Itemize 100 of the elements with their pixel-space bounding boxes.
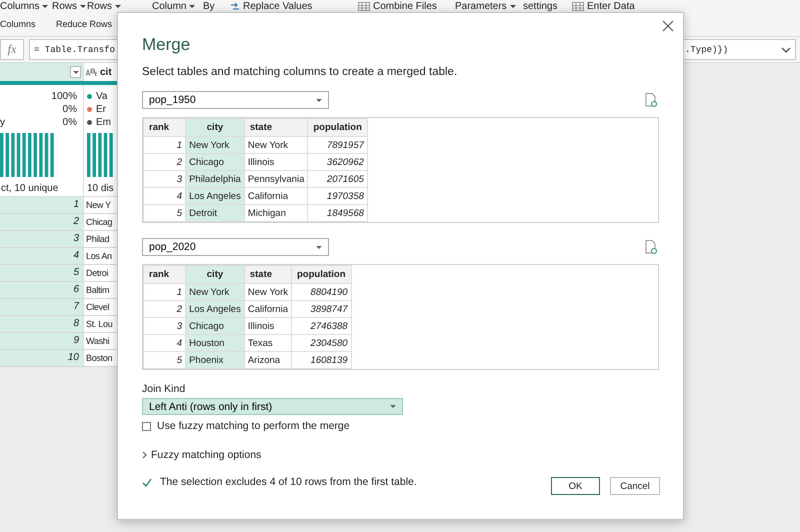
table-cell: 7 bbox=[0, 299, 84, 315]
profile-label: Er bbox=[96, 104, 106, 115]
checkbox[interactable] bbox=[142, 422, 151, 430]
table-cell: 2 bbox=[144, 300, 186, 318]
column-header[interactable]: city bbox=[186, 118, 244, 136]
table-cell: Philadelphia bbox=[186, 170, 244, 188]
chevron-icon[interactable] bbox=[781, 46, 791, 54]
field-label: Join Kind bbox=[142, 383, 186, 395]
profile-label: Em bbox=[96, 117, 111, 128]
column-header[interactable]: population bbox=[308, 118, 368, 136]
expander-toggle[interactable]: Fuzzy matching options bbox=[142, 449, 262, 461]
table-cell-text: Chicag bbox=[85, 216, 114, 229]
table-cell: 2746388 bbox=[291, 318, 352, 334]
table-cell-text: Baltim bbox=[85, 284, 110, 297]
table-cell: Houston bbox=[186, 334, 244, 352]
table-cell: Phoenix bbox=[186, 352, 244, 368]
checkmark-icon bbox=[142, 478, 152, 486]
table-cell: 5 bbox=[144, 204, 186, 222]
table-dropdown[interactable]: pop_2020 bbox=[142, 238, 329, 256]
table-cell: 4 bbox=[144, 188, 186, 204]
ribbon-button[interactable]: settings bbox=[523, 0, 558, 12]
profile-percent: 0% bbox=[62, 104, 77, 115]
checkbox-label: Use fuzzy matching to perform the merge bbox=[157, 420, 350, 432]
profile-label: y bbox=[0, 117, 5, 128]
table-cell-text: Los An bbox=[85, 250, 113, 263]
table-cell: 4 bbox=[144, 334, 186, 352]
table-cell: 2304580 bbox=[291, 334, 352, 352]
join-kind-dropdown[interactable]: Left Anti (rows only in first) bbox=[142, 398, 403, 415]
table-cell: Los Angeles bbox=[186, 188, 244, 204]
column-header[interactable]: population bbox=[291, 266, 352, 284]
profile-label: Va bbox=[96, 91, 108, 102]
profile-summary: ct, 10 unique bbox=[1, 183, 60, 196]
table-cell-text: Boston bbox=[85, 352, 114, 365]
table-cell: 8804190 bbox=[291, 284, 352, 300]
column-header[interactable]: state bbox=[244, 118, 308, 136]
ribbon-button[interactable]: Rows bbox=[87, 0, 112, 12]
refresh-file-icon[interactable] bbox=[645, 93, 657, 107]
dialog-button[interactable]: OK bbox=[551, 477, 600, 495]
chevron-right-icon bbox=[142, 451, 147, 459]
dialog-description: Select tables and matching columns to create a merged table. bbox=[142, 66, 458, 78]
table-cell-text: New Y bbox=[85, 199, 112, 212]
ribbon-group-label: Reduce Rows bbox=[56, 19, 112, 29]
table-cell-text: Clevel bbox=[85, 301, 110, 314]
column-header[interactable]: rank bbox=[144, 266, 186, 284]
dialog-button[interactable]: Cancel bbox=[610, 477, 660, 495]
column-header[interactable]: state bbox=[244, 266, 292, 284]
table-cell: Arizona bbox=[244, 352, 292, 368]
table-cell: 3 bbox=[0, 231, 84, 247]
table-cell: 5 bbox=[144, 352, 186, 368]
ribbon-button[interactable]: Rows bbox=[52, 0, 78, 12]
table-cell: 3 bbox=[144, 318, 186, 334]
ribbon-group-label: Columns bbox=[0, 19, 37, 29]
table-cell: New York bbox=[186, 284, 244, 300]
table-dropdown[interactable]: pop_1950 bbox=[142, 91, 329, 109]
table-cell: New York bbox=[186, 136, 244, 154]
close-icon[interactable] bbox=[661, 19, 675, 33]
table-cell-text: Washi bbox=[85, 335, 110, 348]
table-cell: 3620962 bbox=[308, 154, 368, 170]
dropdown-button[interactable] bbox=[70, 66, 81, 78]
ribbon-button[interactable]: By bbox=[203, 0, 215, 12]
replace-icon bbox=[230, 2, 240, 10]
table-cell: 9 bbox=[0, 333, 84, 349]
dialog-title: Merge bbox=[142, 35, 192, 55]
function-button[interactable]: fx bbox=[0, 39, 24, 60]
table-cell: 6 bbox=[0, 282, 84, 298]
table-cell: Michigan bbox=[244, 204, 308, 222]
table-cell: 10 bbox=[0, 350, 84, 366]
profile-percent: 0% bbox=[62, 117, 77, 128]
table-cell: Detroit bbox=[186, 204, 244, 222]
table-cell: 2 bbox=[144, 154, 186, 170]
table-cell: New York bbox=[244, 136, 308, 154]
table-cell: 1608139 bbox=[291, 352, 352, 368]
column-header[interactable]: city bbox=[186, 266, 244, 284]
column-header[interactable]: rank bbox=[144, 118, 186, 136]
column-header[interactable]: cit bbox=[84, 63, 118, 81]
table-cell: California bbox=[244, 188, 308, 204]
table-cell: 5 bbox=[0, 265, 84, 281]
refresh-file-icon[interactable] bbox=[645, 240, 657, 254]
table-cell: 1 bbox=[0, 197, 84, 213]
profile-summary: 10 dis bbox=[87, 183, 115, 196]
ribbon-button[interactable]: Replace Values bbox=[243, 0, 312, 12]
ribbon-button[interactable]: Column bbox=[152, 0, 186, 12]
status-message: The selection excludes 4 of 10 rows from the first table. bbox=[160, 476, 417, 488]
table-cell: 2 bbox=[0, 214, 84, 230]
table-cell: Pennsylvania bbox=[244, 170, 308, 188]
ribbon-button[interactable]: Enter Data bbox=[587, 0, 635, 12]
ribbon-button[interactable]: Combine Files bbox=[373, 0, 437, 12]
table-cell: 8 bbox=[0, 316, 84, 332]
table-cell: 3 bbox=[144, 170, 186, 188]
ribbon-button[interactable]: Columns bbox=[0, 0, 40, 12]
distribution-bars-drawing bbox=[0, 133, 56, 177]
distribution-bars-drawing bbox=[87, 133, 113, 177]
table-cell: 1970358 bbox=[308, 188, 368, 204]
ribbon-button[interactable]: Parameters bbox=[455, 0, 507, 12]
table-cell: Illinois bbox=[244, 154, 308, 170]
table-cell: 1849568 bbox=[308, 204, 368, 222]
table-cell: 7891957 bbox=[308, 136, 368, 154]
table-cell: Illinois bbox=[244, 318, 292, 334]
table-cell: California bbox=[244, 300, 292, 318]
table-cell: Chicago bbox=[186, 154, 244, 170]
